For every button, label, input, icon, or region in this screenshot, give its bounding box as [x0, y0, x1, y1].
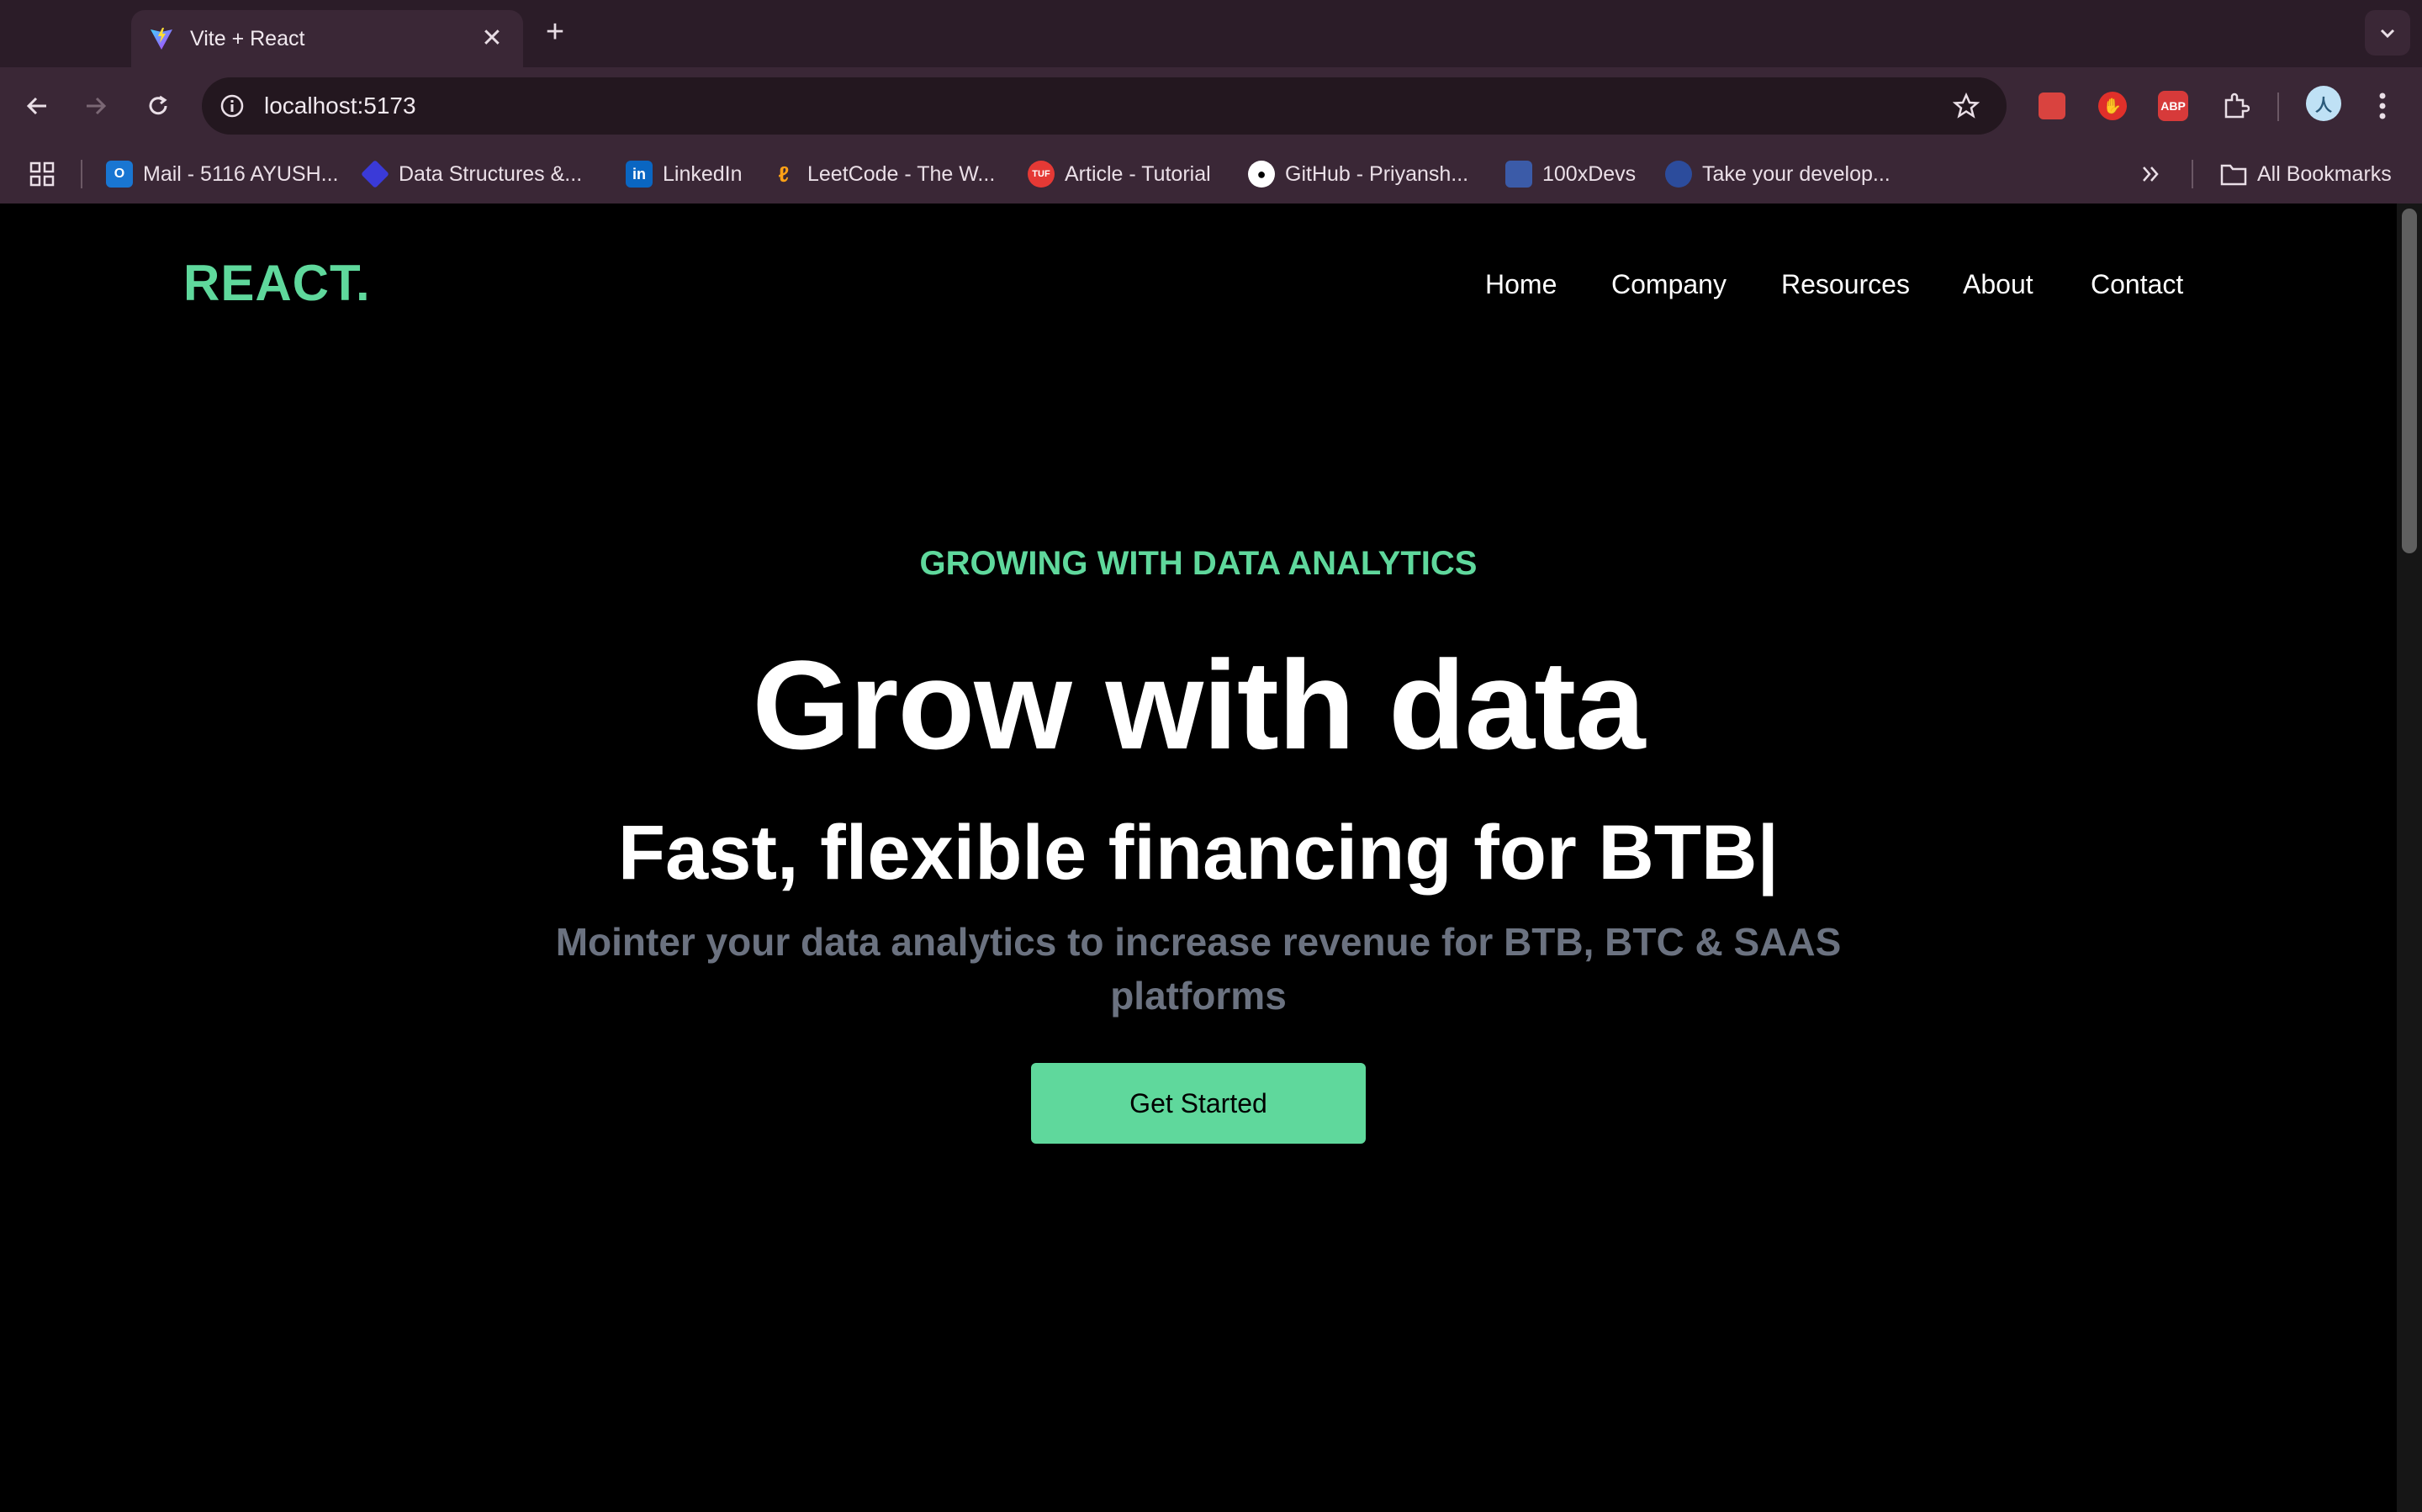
- site-info-icon[interactable]: [215, 89, 249, 123]
- vite-icon: [148, 25, 175, 52]
- browser-toolbar: localhost:5173 ✋ ABP 人: [0, 67, 2422, 145]
- tab-strip: Vite + React ✕ +: [0, 0, 2422, 67]
- extension-red-icon[interactable]: [2032, 86, 2072, 126]
- nav-about[interactable]: About: [1963, 269, 2033, 300]
- browser-chrome: Vite + React ✕ + localhost:5173 ✋ ABP 人 …: [0, 0, 2422, 204]
- hero-eyebrow: GROWING WITH DATA ANALYTICS: [919, 545, 1478, 582]
- bookmarks-divider: [81, 160, 82, 188]
- reload-icon: [149, 95, 167, 115]
- apps-grid-icon[interactable]: [29, 156, 56, 192]
- bookmark-label: Data Structures &...: [399, 161, 583, 186]
- new-tab-icon[interactable]: +: [538, 15, 572, 49]
- bookmark-star-icon[interactable]: [1949, 89, 1983, 123]
- bookmark-label: Take your develop...: [1702, 161, 1891, 186]
- bookmark-100xdevs[interactable]: 100xDevs: [1505, 156, 1636, 192]
- reload-button[interactable]: [136, 84, 180, 128]
- tab-active[interactable]: Vite + React ✕: [131, 10, 523, 67]
- bookmark-label: GitHub - Priyansh...: [1285, 161, 1469, 186]
- all-bookmarks-label: All Bookmarks: [2257, 161, 2392, 186]
- hero-headline: Grow with data: [752, 634, 1645, 775]
- hero-description: Mointer your data analytics to increase …: [555, 920, 1842, 1018]
- bookmark-label: Mail - 5116 AYUSH...: [143, 161, 339, 186]
- bookmark-article[interactable]: TUF Article - Tutorial: [1028, 156, 1211, 192]
- bookmark-label: LinkedIn: [663, 161, 743, 186]
- toolbar-divider: [2277, 93, 2279, 121]
- bookmark-label: Article - Tutorial: [1065, 161, 1211, 186]
- back-button[interactable]: [15, 84, 59, 128]
- bookmark-data-structures[interactable]: Data Structures &...: [361, 156, 583, 192]
- bookmark-linkedin[interactable]: in LinkedIn: [626, 156, 743, 192]
- kebab-menu-icon[interactable]: [2370, 86, 2395, 126]
- profile-avatar[interactable]: 人: [2306, 86, 2341, 121]
- abp-icon[interactable]: ABP: [2153, 86, 2193, 126]
- folder-icon: [2220, 161, 2247, 188]
- scrollbar-thumb[interactable]: [2402, 209, 2417, 553]
- bookmark-github[interactable]: ● GitHub - Priyansh...: [1248, 156, 1468, 192]
- avatar-icon: [1505, 161, 1532, 188]
- arrow-right-icon: [87, 97, 107, 115]
- bookmark-mail[interactable]: O Mail - 5116 AYUSH...: [106, 156, 339, 192]
- nav-contact[interactable]: Contact: [2091, 269, 2183, 300]
- hero-typed-subheading: Fast, flexible financing for BTB|: [617, 810, 1779, 896]
- tab-search-button[interactable]: [2365, 10, 2410, 56]
- bookmark-take-your-develop[interactable]: Take your develop...: [1665, 156, 1891, 192]
- nav-company[interactable]: Company: [1611, 269, 1727, 300]
- bookmark-label: 100xDevs: [1542, 161, 1637, 186]
- all-bookmarks-folder[interactable]: All Bookmarks: [2220, 156, 2392, 192]
- arrow-left-icon: [26, 97, 46, 115]
- nav-home[interactable]: Home: [1485, 269, 1557, 300]
- site-logo[interactable]: REACT.: [183, 254, 371, 312]
- get-started-button[interactable]: Get Started: [1031, 1063, 1366, 1144]
- nav-resources[interactable]: Resources: [1781, 269, 1910, 300]
- bookmark-label: LeetCode - The W...: [807, 161, 996, 186]
- tuf-icon: TUF: [1028, 161, 1055, 188]
- linkedin-icon: in: [626, 161, 653, 188]
- tab-title: Vite + React: [190, 26, 305, 50]
- url-text: localhost:5173: [264, 93, 416, 119]
- avatar-icon: [1665, 161, 1692, 188]
- code-icon: [361, 160, 389, 188]
- address-bar[interactable]: localhost:5173: [202, 77, 2007, 135]
- bookmarks-bar: O Mail - 5116 AYUSH... Data Structures &…: [0, 145, 2422, 204]
- close-tab-icon[interactable]: ✕: [478, 24, 506, 53]
- extensions-puzzle-icon[interactable]: [2215, 86, 2255, 126]
- chevron-down-icon: [2380, 29, 2395, 39]
- outlook-icon: O: [106, 161, 133, 188]
- adblock-hand-icon[interactable]: ✋: [2092, 86, 2133, 126]
- bookmark-leetcode[interactable]: ℓ LeetCode - The W...: [770, 156, 996, 192]
- bookmarks-divider: [2192, 160, 2193, 188]
- web-page: REACT. Home Company Resources About Cont…: [0, 204, 2397, 1512]
- leetcode-icon: ℓ: [778, 161, 790, 187]
- more-bookmarks-icon[interactable]: [2139, 156, 2163, 192]
- github-icon: ●: [1248, 161, 1275, 188]
- forward-button[interactable]: [74, 84, 118, 128]
